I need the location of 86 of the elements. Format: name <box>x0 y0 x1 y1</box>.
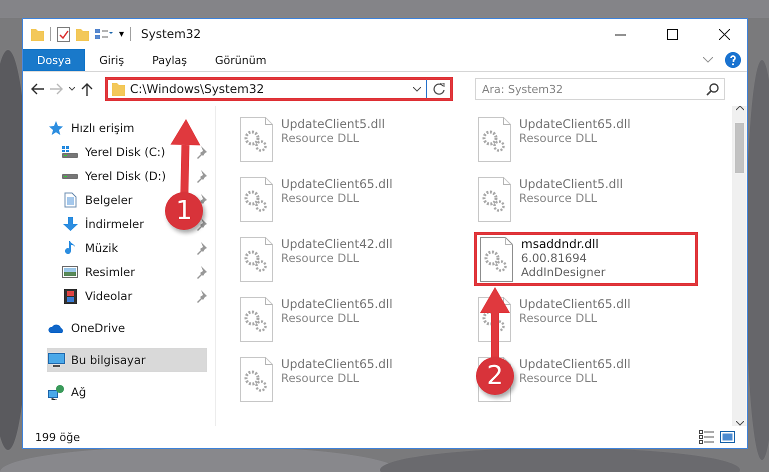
document-icon <box>64 192 76 208</box>
search-field[interactable]: Ara: System32 <box>475 78 725 100</box>
up-icon <box>81 82 93 96</box>
back-button[interactable] <box>31 83 44 95</box>
file-detail: Resource DLL <box>519 311 598 325</box>
drive-icon <box>62 174 78 178</box>
dll-file-icon <box>478 117 511 162</box>
customize-dropdown[interactable]: ▾ <box>119 28 124 40</box>
file-name[interactable]: UpdateClient65.dll <box>281 297 393 311</box>
picture-icon <box>62 266 78 278</box>
dll-file-icon <box>240 237 273 282</box>
scrollbar-thumb[interactable] <box>735 123 744 173</box>
file-name[interactable]: msaddndr.dll <box>521 237 599 251</box>
network-icon <box>48 384 64 400</box>
file-detail: Resource DLL <box>281 191 360 205</box>
dll-file-icon <box>480 237 513 282</box>
file-name[interactable]: UpdateClient5.dll <box>519 177 623 191</box>
sidebar-item[interactable]: Bu bilgisayar <box>47 348 207 372</box>
file-name[interactable]: UpdateClient5.dll <box>281 117 385 131</box>
properties-icon <box>95 29 113 39</box>
sidebar-item[interactable]: Belgeler <box>61 188 137 212</box>
window-title: System32 <box>141 27 202 41</box>
file-name[interactable]: UpdateClient65.dll <box>519 297 631 311</box>
file-detail: Resource DLL <box>519 191 598 205</box>
ribbon-tab[interactable]: Giriş <box>85 49 138 71</box>
dll-file-icon <box>240 177 273 222</box>
film-icon <box>64 288 76 304</box>
file-detail: Resource DLL <box>281 251 360 265</box>
cloud-icon <box>48 323 64 333</box>
sidebar-item[interactable]: Yerel Disk (C:) <box>61 140 170 164</box>
search-icon <box>706 83 719 96</box>
refresh-icon <box>432 83 444 95</box>
ribbon-tab[interactable]: Dosya <box>23 49 86 71</box>
ribbon-tab[interactable]: Paylaş <box>138 49 201 71</box>
file-detail: Resource DLL <box>281 371 360 385</box>
address-bar[interactable]: C:\Windows\System32 <box>105 77 453 101</box>
dll-file-icon <box>240 297 273 342</box>
tiles-view-icon <box>720 431 735 443</box>
close-icon <box>718 28 730 40</box>
scroll-up-icon <box>736 106 744 111</box>
file-name[interactable]: UpdateClient65.dll <box>519 357 631 371</box>
chevron-down-icon <box>703 57 713 63</box>
forward-icon <box>50 83 63 95</box>
file-name[interactable]: UpdateClient65.dll <box>281 357 393 371</box>
drive-icon <box>62 146 78 158</box>
sidebar-item[interactable]: Resimler <box>61 260 139 284</box>
file-detail: Resource DLL <box>519 131 598 145</box>
file-detail: Resource DLL <box>281 131 360 145</box>
folder-icon <box>31 28 44 40</box>
file-detail: AddInDesigner <box>521 265 606 279</box>
sidebar-item[interactable]: Ağ <box>47 380 207 404</box>
dll-file-icon <box>240 357 273 402</box>
item-count: 199 öğe <box>35 430 81 444</box>
recent-locations-button[interactable] <box>69 87 75 91</box>
step-number-badge: 2 <box>476 357 514 395</box>
ribbon-tab[interactable]: Görünüm <box>201 49 280 71</box>
chevron-down-icon <box>413 86 421 92</box>
maximize-icon <box>666 28 678 40</box>
recent-locations-icon <box>69 87 75 91</box>
back-icon <box>31 83 44 95</box>
checklist-icon <box>57 26 70 42</box>
dll-file-icon <box>478 177 511 222</box>
scroll-down-icon <box>736 421 744 426</box>
sidebar-item[interactable]: Yerel Disk (D:) <box>61 164 170 188</box>
sidebar-item[interactable]: Videolar <box>61 284 136 308</box>
file-detail: Resource DLL <box>519 371 598 385</box>
sidebar-item[interactable]: Hızlı erişim <box>47 116 207 140</box>
sidebar-item[interactable]: İndirmeler <box>61 212 148 236</box>
up-button[interactable] <box>81 82 93 96</box>
folder-icon <box>76 28 89 40</box>
file-name[interactable]: UpdateClient65.dll <box>519 117 631 131</box>
sidebar-item[interactable]: OneDrive <box>47 316 207 340</box>
monitor-icon <box>48 353 64 367</box>
sidebar-item[interactable]: Müzik <box>61 236 122 260</box>
download-arrow-icon <box>62 217 78 231</box>
star-icon <box>48 121 64 135</box>
file-name[interactable]: UpdateClient42.dll <box>281 237 393 251</box>
music-note-icon <box>65 241 75 255</box>
dll-file-icon <box>240 117 273 162</box>
file-detail: 6.00.81694 <box>521 251 587 265</box>
file-detail: Resource DLL <box>281 311 360 325</box>
file-name[interactable]: UpdateClient65.dll <box>281 177 393 191</box>
help-icon <box>725 52 741 68</box>
details-view-icon <box>699 430 714 444</box>
folder-icon <box>112 82 125 96</box>
step-number-badge: 1 <box>165 192 203 230</box>
